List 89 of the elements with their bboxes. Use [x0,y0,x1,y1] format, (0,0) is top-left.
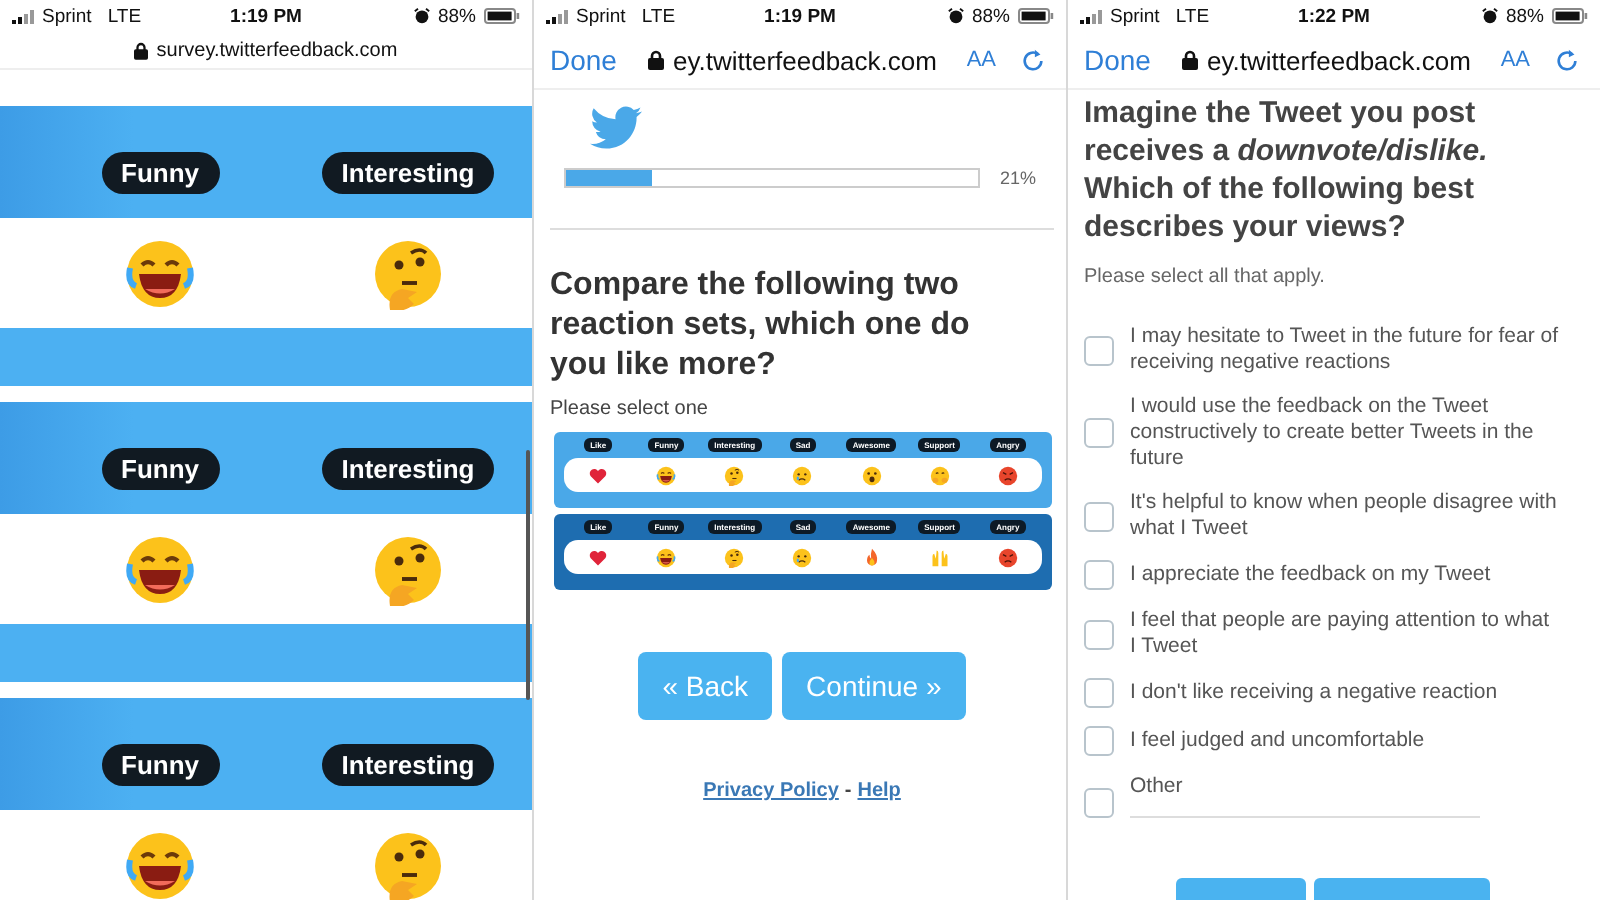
nav-button[interactable] [1314,878,1490,900]
option-label: I feel that people are paying attention to what I Tweet [1130,608,1552,660]
raised-hands-icon [929,547,950,567]
reaction-label: Funny [101,152,219,194]
question-text: Compare the following two reaction sets, which one do you like more? [550,266,972,386]
status-time: 1:19 PM [764,5,836,27]
sad-face-icon [792,547,813,567]
instruction-text: Please select all that apply. [1084,266,1327,288]
angry-face-icon [997,547,1018,567]
heart-icon [588,547,609,567]
alarm-icon [947,8,964,24]
laughing-face-icon [124,533,196,605]
privacy-link[interactable]: Privacy Policy [703,780,839,802]
sad-face-icon [792,465,813,485]
network-type: LTE [1175,5,1210,27]
option-label: Other [1130,774,1185,800]
option-label: I may hesitate to Tweet in the future for fear of receiving negative reactions [1130,324,1560,376]
reload-icon[interactable] [1020,47,1046,73]
laughing-face-icon [656,465,677,485]
thinking-face-icon [372,237,444,309]
help-link[interactable]: Help [857,780,901,802]
reaction-label: Funny [101,744,219,786]
text-size-button[interactable]: AA [1500,48,1530,72]
bird-icon [590,106,642,150]
reload-icon[interactable] [1554,47,1580,73]
checkbox[interactable] [1084,501,1114,531]
question-text: Imagine the Tweet you post receives a downvote/dislike. Which of the following best describes your views? [1084,94,1490,246]
status-time: 1:22 PM [1298,5,1370,27]
scrollbar[interactable] [526,450,530,700]
heart-icon [588,465,609,485]
done-button[interactable]: Done [550,44,617,76]
option-label: I feel judged and uncomfortable [1130,728,1427,754]
thinking-face-icon [372,829,444,900]
reaction-label: Interesting [321,448,495,490]
carrier-name: Sprint [576,5,626,27]
checkbox[interactable] [1084,726,1114,756]
checkbox[interactable] [1084,418,1114,448]
status-time: 1:19 PM [230,5,302,27]
nav-button[interactable] [1176,878,1306,900]
reaction-label: Interesting [321,744,495,786]
done-button[interactable]: Done [1084,44,1151,76]
page-url[interactable]: ey.twitterfeedback.com [672,45,937,75]
checkbox[interactable] [1084,335,1114,365]
lock-icon [134,41,149,59]
signal-icon [546,9,568,23]
option-label: It's helpful to know when people disagree with what I Tweet [1130,490,1559,542]
nav-button[interactable]: « Back [638,652,773,720]
alarm-icon [1481,8,1498,24]
angry-face-icon [997,465,1018,485]
page-url[interactable]: survey.twitterfeedback.com [156,39,398,61]
laughing-face-icon [124,237,196,309]
option-label: I don't like receiving a negative reaction [1130,680,1500,706]
hugging-face-icon [929,465,950,485]
lock-icon [648,50,665,70]
text-size-button[interactable]: AA [966,48,996,72]
option-label: I would use the feedback on the Tweet constructively to create better Tweets in the future [1130,394,1536,472]
battery-icon [1018,8,1054,24]
alarm-icon [413,8,430,24]
checkbox[interactable] [1084,788,1114,818]
carrier-name: Sprint [1110,5,1160,27]
option-label: I appreciate the feedback on my Tweet [1130,562,1493,588]
checkbox[interactable] [1084,560,1114,590]
reaction-label: Funny [101,448,219,490]
battery-icon [1552,8,1588,24]
instruction-text: Please select one [550,398,710,420]
signal-icon [1080,9,1102,23]
lock-icon [1182,50,1199,70]
network-type: LTE [641,5,676,27]
signal-icon [12,9,34,23]
carrier-name: Sprint [42,5,92,27]
thinking-face-icon [724,465,745,485]
laughing-face-icon [656,547,677,567]
surprised-face-icon [861,465,882,485]
battery-percent: 88% [971,5,1010,27]
page-url[interactable]: ey.twitterfeedback.com [1206,45,1471,75]
laughing-face-icon [124,829,196,900]
checkbox[interactable] [1084,678,1114,708]
flame-icon [861,547,882,567]
network-type: LTE [107,5,142,27]
nav-button[interactable]: Continue » [782,652,966,720]
thinking-face-icon [372,533,444,605]
thinking-face-icon [724,547,745,567]
separator-text: - [844,780,852,802]
progress-reading: 21% [1000,168,1037,188]
checkbox[interactable] [1084,619,1114,649]
battery-percent: 88% [1505,5,1544,27]
battery-icon [484,8,520,24]
reaction-label: Interesting [321,152,495,194]
battery-percent: 88% [437,5,476,27]
